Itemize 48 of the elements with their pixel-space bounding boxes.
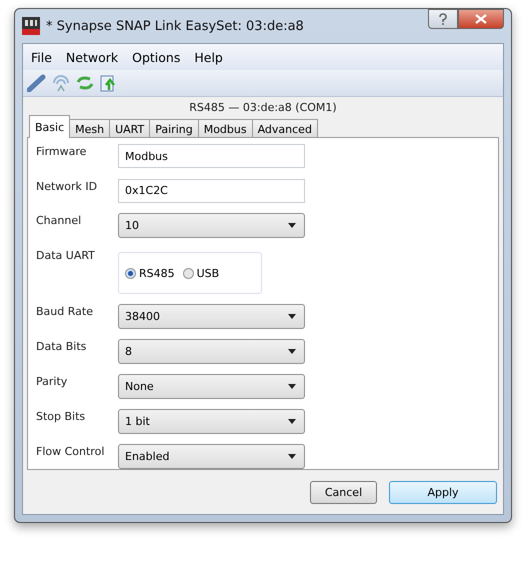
help-button[interactable] xyxy=(428,9,458,29)
field-label: Network ID xyxy=(36,178,98,192)
caret-icon xyxy=(288,223,296,228)
dropdown[interactable]: 1 bit xyxy=(118,409,305,434)
radio-option[interactable]: RS485 xyxy=(125,266,175,280)
app-icon xyxy=(22,17,40,35)
field-label: Firmware xyxy=(36,144,88,158)
close-button[interactable] xyxy=(458,9,504,29)
field-label: Channel xyxy=(36,213,82,227)
tab[interactable]: Basic xyxy=(29,115,70,138)
device-header: RS485 — 03:de:a8 (COM1) xyxy=(188,101,338,115)
input-field[interactable]: Modbus xyxy=(118,144,305,168)
apply-button[interactable]: Apply xyxy=(389,480,497,504)
tab[interactable]: UART xyxy=(109,119,150,138)
cancel-button[interactable]: Cancel xyxy=(310,480,377,504)
tab[interactable]: Mesh xyxy=(69,119,110,138)
caret-icon xyxy=(288,384,296,389)
field-label: Data UART xyxy=(36,248,96,262)
radio-button[interactable] xyxy=(182,268,194,278)
dropdown[interactable]: 10 xyxy=(118,213,305,238)
caret-icon xyxy=(288,314,296,319)
dropdown[interactable]: 8 xyxy=(118,339,305,364)
radio-button[interactable] xyxy=(125,268,136,278)
signal-icon[interactable] xyxy=(51,74,71,92)
field-label: Data Bits xyxy=(36,339,88,353)
dropdown[interactable]: 38400 xyxy=(118,304,305,329)
field-label: Parity xyxy=(36,374,68,388)
field-label: Baud Rate xyxy=(36,304,94,318)
window-title: * Synapse SNAP Link EasySet: 03:de:a8 xyxy=(46,18,305,34)
radio-option[interactable]: USB xyxy=(182,266,220,280)
menu-item[interactable]: Options xyxy=(132,50,180,64)
refresh-icon[interactable] xyxy=(75,74,95,92)
field-label: Flow Control xyxy=(36,444,106,458)
menu-item[interactable]: File xyxy=(31,50,52,64)
tab[interactable]: Advanced xyxy=(252,119,318,138)
close-icon xyxy=(475,14,487,24)
tab[interactable]: Pairing xyxy=(149,119,199,138)
menu-item[interactable]: Network xyxy=(66,50,118,64)
dropdown[interactable]: Enabled xyxy=(118,444,305,469)
field-label: Stop Bits xyxy=(36,409,86,423)
dropdown[interactable]: None xyxy=(118,374,305,399)
caret-icon xyxy=(288,349,296,354)
menu-item[interactable]: Help xyxy=(194,50,223,64)
tab[interactable]: Modbus xyxy=(198,119,253,138)
caret-icon xyxy=(288,454,296,459)
input-field[interactable]: 0x1C2C xyxy=(118,178,305,202)
question-mark-icon xyxy=(438,13,448,25)
caret-icon xyxy=(288,419,296,424)
